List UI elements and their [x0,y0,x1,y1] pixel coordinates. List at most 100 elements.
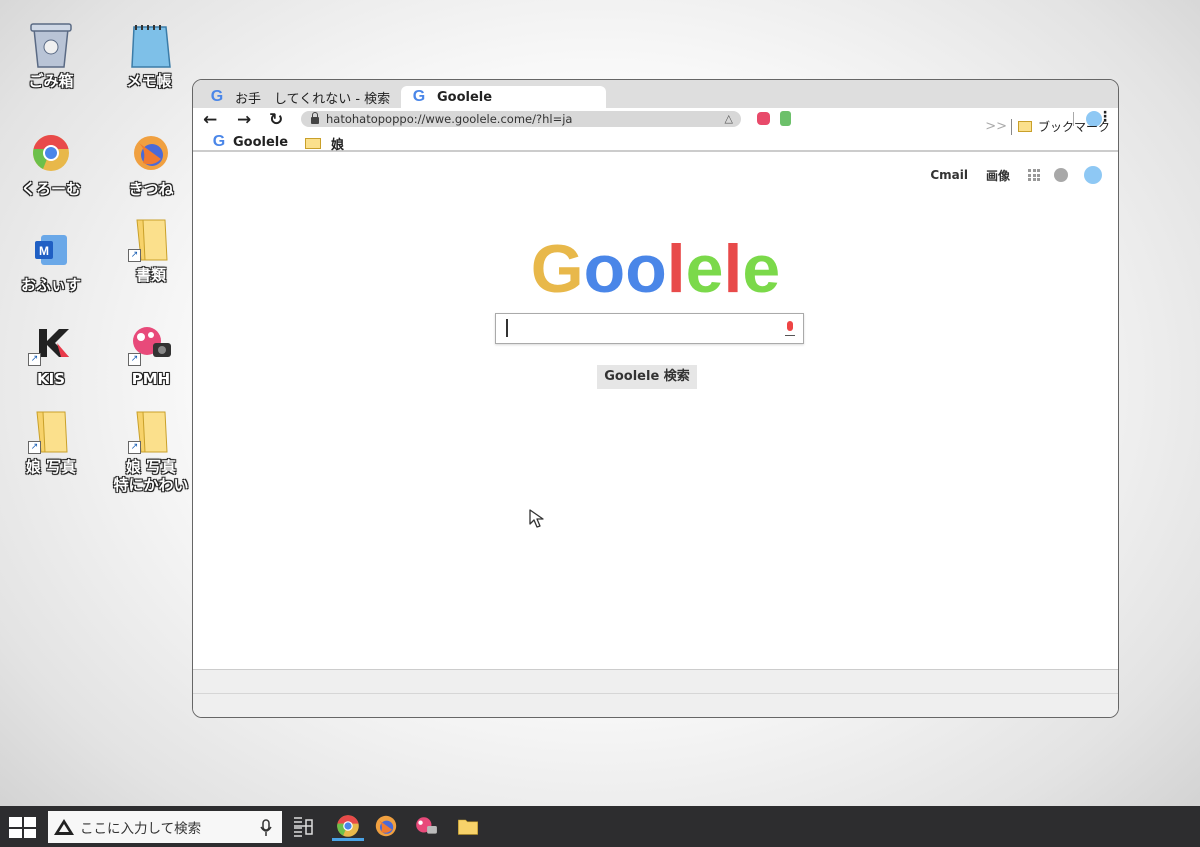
logo-letter: o [625,231,667,307]
desktop-icon-label-line2: 特にかわい [113,476,189,494]
browser-toolbar: ← → ↻ hatohatopoppo://wwe.goolele.come/?… [193,108,1118,132]
taskbar: ここに入力して検索 [0,806,1200,847]
page-content: Cmail 画像 Goolele Goolele 検索 [193,154,1118,669]
kis-icon: ↗ [26,318,76,368]
shortcut-arrow-icon: ↗ [128,249,141,262]
microphone-icon[interactable] [785,321,795,336]
tab-goolele[interactable]: G Goolele [401,86,606,108]
desktop-icon-label: おふぃす [20,276,81,294]
tab-title: お手 してくれない - 検索 [235,91,391,107]
images-link[interactable]: 画像 [986,167,1010,184]
task-view-icon[interactable] [292,816,314,838]
desktop-icon-kis[interactable]: ↗ KIS [6,318,96,388]
bookmark-label: 娘 [331,138,345,153]
folder-icon: ↗ [126,214,176,264]
bookmark-divider [1010,118,1012,135]
extension-red-icon[interactable] [757,112,770,125]
address-bar-url: hatohatopoppo://wwe.goolele.come/?hl=ja [326,112,573,126]
chrome-icon[interactable] [336,814,360,838]
shortcut-arrow-icon: ↗ [28,441,41,454]
svg-text:M: M [39,244,49,258]
search-button[interactable]: Goolele 検索 [597,365,697,389]
reload-button[interactable]: ↻ [269,110,283,130]
logo-letter: l [723,231,743,307]
firefox-icon [126,128,176,178]
logo-letter: l [666,231,686,307]
bookmark-folder-label: ブックマーク [1037,120,1110,134]
logo-letter: e [742,231,781,307]
logo-letter: e [685,231,724,307]
overflow-chevron-icon: >> [985,119,1007,134]
bookmark-label: Goolele [233,134,289,150]
shortcut-arrow-icon: ↗ [28,353,41,366]
goolele-logo: Goolele [193,229,1118,309]
notepad-icon [124,20,174,70]
bookmarks-overflow[interactable]: >> ブックマーク [985,118,1110,135]
search-triangle-icon [54,819,74,835]
desktop-icon-label: きつね [128,180,174,198]
folder-icon: ↗ [126,406,176,456]
back-button[interactable]: ← [203,110,217,130]
desktop-icon-office[interactable]: M おふぃす [6,224,96,294]
address-bar[interactable]: hatohatopoppo://wwe.goolele.come/?hl=ja … [301,111,741,127]
text-caret [506,319,508,337]
lock-icon [311,111,319,124]
microphone-icon[interactable] [260,819,272,837]
forward-button[interactable]: → [237,110,251,130]
tab-title: Goolele [437,89,493,105]
browser-window: G お手 してくれない - 検索 G Goolele ← → ↻ hatohat… [192,79,1119,718]
taskbar-search-input[interactable]: ここに入力して検索 [48,811,282,843]
desktop-icon-label: くろーむ [20,180,81,198]
desktop-icon-trash[interactable]: ごみ箱 [6,20,96,90]
status-bar [193,669,1118,693]
shortcut-arrow-icon: ↗ [128,441,141,454]
firefox-icon[interactable] [374,814,398,838]
header-links: Cmail 画像 [930,166,1102,184]
goolele-favicon-icon: G [412,88,426,105]
active-app-indicator [332,838,364,841]
bookmark-folder-musume[interactable]: 娘 [305,134,344,153]
logo-letter: G [530,231,584,307]
extension-green-icon[interactable] [780,111,791,126]
desktop-icon-chrome[interactable]: くろーむ [6,128,96,198]
account-avatar-icon[interactable] [1084,166,1102,184]
desktop-icon-notepad[interactable]: メモ帳 [104,20,194,90]
desktop-icon-photos-favorite[interactable]: ↗ 娘 写真 特にかわい [106,406,196,494]
search-input[interactable] [495,313,804,344]
pmh-icon: ↗ [126,318,176,368]
pmh-icon[interactable] [414,814,438,838]
desktop-icon-label: 娘 写真 [125,458,177,476]
start-button[interactable] [9,817,36,838]
mouse-cursor-icon [529,509,544,528]
shortcut-arrow-icon: ↗ [128,353,141,366]
status-bar-lower [193,693,1118,717]
tab-strip: G お手 してくれない - 検索 G Goolele [193,80,1118,108]
desktop-icon-label: 書類 [135,266,166,284]
chrome-icon [26,128,76,178]
goolele-favicon-icon: G [212,133,226,150]
trash-icon [26,20,76,70]
taskbar-search-placeholder: ここに入力して検索 [80,821,202,837]
folder-icon [305,138,321,149]
desktop-icon-pmh[interactable]: ↗ PMH [106,318,196,388]
folder-icon[interactable] [456,814,480,838]
desktop-icon-documents[interactable]: ↗ 書類 [106,214,196,284]
desktop-icon-firefox[interactable]: きつね [106,128,196,198]
desktop-icon-label: KIS [36,370,65,388]
desktop-icon-label: PMH [131,370,171,388]
warning-triangle-icon: △ [724,112,733,125]
tab-search-results[interactable]: G お手 してくれない - 検索 [199,86,399,108]
bookmark-goolele[interactable]: G Goolele [211,134,288,150]
desktop-icon-label: ごみ箱 [28,72,74,90]
desktop-icon-photos[interactable]: ↗ 娘 写真 [6,406,96,476]
notifications-icon[interactable] [1054,168,1068,182]
office-icon: M [26,224,76,274]
cmail-link[interactable]: Cmail [930,168,968,182]
desktop-icon-label: メモ帳 [126,72,172,90]
folder-icon [1017,121,1032,132]
logo-letter: o [583,231,626,307]
bookmarks-bar: G Goolele 娘 >> ブックマーク [193,118,1118,153]
folder-icon: ↗ [26,406,76,456]
apps-grid-icon[interactable] [1028,169,1040,181]
goolele-favicon-icon: G [210,88,224,105]
